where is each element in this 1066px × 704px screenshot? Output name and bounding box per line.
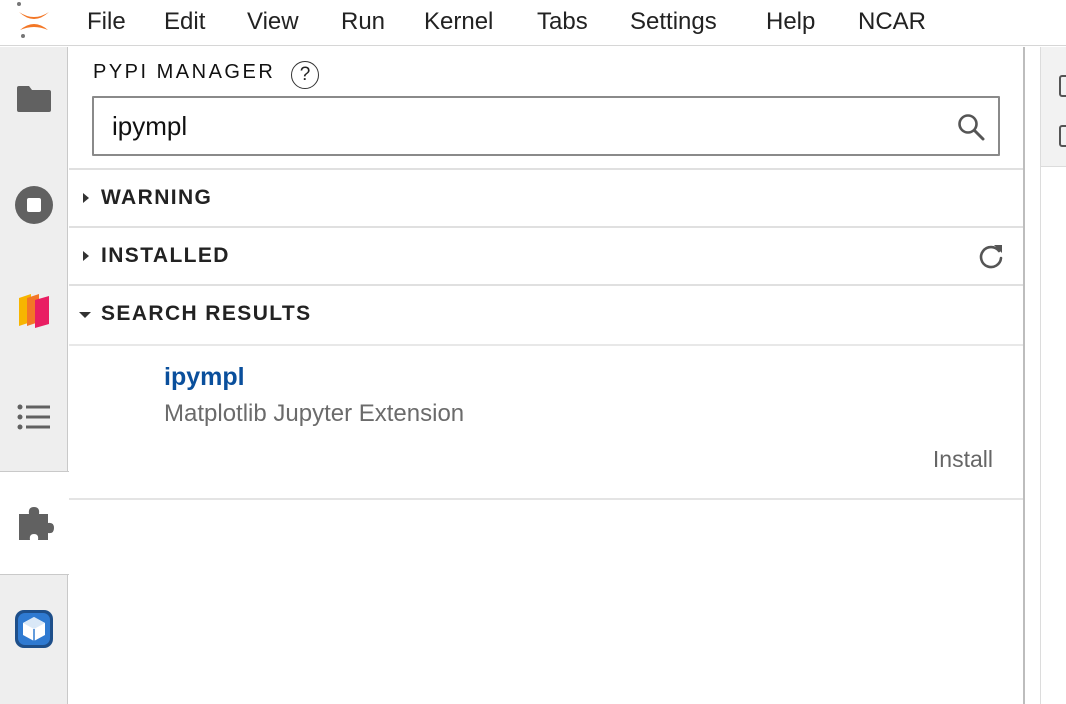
package-name-link[interactable]: ipympl (164, 363, 245, 392)
pypi-manager-panel: PYPI MANAGER ? WARNING INSTALLED SEARCH … (69, 47, 1025, 704)
package-description: Matplotlib Jupyter Extension (164, 400, 465, 427)
menu-bar: File Edit View Run Kernel Tabs Settings … (0, 0, 1066, 46)
search-results-label: SEARCH RESULTS (101, 302, 312, 325)
folder-icon (17, 86, 51, 112)
toolbar-edge (1041, 47, 1066, 167)
warning-section-header[interactable]: WARNING (69, 170, 1023, 226)
panel-title: PYPI MANAGER (93, 61, 276, 83)
warning-label: WARNING (101, 186, 213, 209)
caret-right-icon (83, 193, 89, 203)
running-tab[interactable] (0, 153, 68, 257)
cube-icon (15, 610, 53, 648)
menu-file[interactable]: File (87, 8, 126, 36)
search-box (92, 96, 1000, 156)
cube-extension-tab[interactable] (0, 577, 68, 681)
stop-circle-icon (15, 186, 53, 224)
menu-help[interactable]: Help (766, 8, 815, 36)
refresh-icon[interactable] (977, 242, 1005, 270)
menu-kernel[interactable]: Kernel (424, 8, 493, 36)
menu-ncar[interactable]: NCAR (858, 8, 926, 36)
search-results-section-header[interactable]: SEARCH RESULTS (69, 286, 1023, 342)
help-icon[interactable]: ? (291, 61, 319, 89)
search-input[interactable] (112, 110, 932, 142)
menu-edit[interactable]: Edit (164, 8, 205, 36)
warning-section[interactable]: WARNING (69, 168, 1023, 226)
jupyter-logo-icon[interactable] (14, 0, 54, 40)
table-of-contents-tab[interactable] (0, 365, 68, 469)
caret-right-icon (83, 251, 89, 261)
installed-section-header[interactable]: INSTALLED (69, 228, 1023, 284)
panel-splitter[interactable] (1025, 47, 1040, 704)
pages-tab[interactable] (0, 259, 68, 363)
installed-section[interactable]: INSTALLED (69, 226, 1023, 284)
search-results-section[interactable]: SEARCH RESULTS (69, 284, 1023, 342)
menu-settings[interactable]: Settings (630, 8, 717, 36)
list-icon (17, 404, 50, 430)
installed-label: INSTALLED (101, 244, 230, 267)
extensions-tab[interactable] (0, 471, 69, 575)
toolbar-icon[interactable] (1059, 125, 1066, 147)
menu-tabs[interactable]: Tabs (537, 8, 588, 36)
menu-view[interactable]: View (247, 8, 299, 36)
file-browser-tab[interactable] (0, 47, 68, 151)
list-item: ipympl Matplotlib Jupyter Extension Inst… (69, 344, 1023, 500)
left-activity-bar (0, 47, 69, 704)
toolbar-icon[interactable] (1059, 75, 1066, 97)
pages-icon (19, 294, 49, 328)
search-icon[interactable] (956, 112, 986, 142)
main-area-edge (1040, 47, 1066, 704)
puzzle-icon (18, 507, 54, 540)
menu-run[interactable]: Run (341, 8, 385, 36)
install-button[interactable]: Install (933, 446, 993, 473)
caret-down-icon (79, 312, 91, 318)
